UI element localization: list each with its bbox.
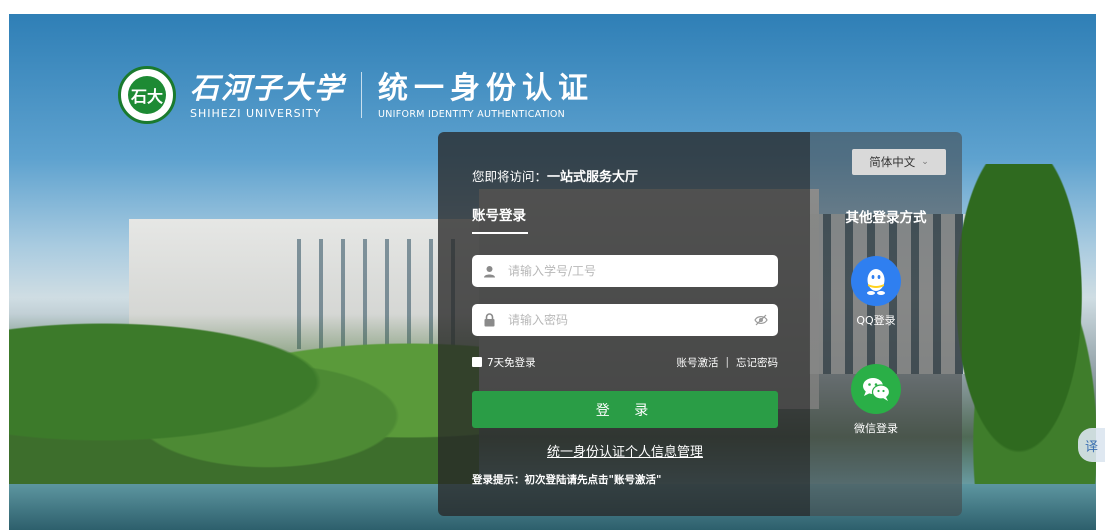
forgot-password-link[interactable]: 忘记密码 — [736, 355, 778, 370]
lock-icon — [482, 313, 496, 327]
system-name: 统一身份认证 UNIFORM IDENTITY AUTHENTICATION — [378, 71, 594, 120]
login-button[interactable]: 登 录 — [472, 391, 778, 428]
wechat-icon[interactable] — [851, 364, 901, 414]
wechat-login-option[interactable]: 微信登录 — [850, 364, 902, 436]
password-field[interactable] — [472, 304, 778, 336]
account-login-section: 您即将访问：一站式服务大厅 账号登录 7天免登录 账号激活 | — [438, 132, 810, 516]
system-name-en: UNIFORM IDENTITY AUTHENTICATION — [378, 108, 566, 120]
password-input[interactable] — [506, 312, 754, 328]
school-name-en: SHIHEZI UNIVERSITY — [190, 106, 322, 120]
hide-password-icon[interactable] — [754, 313, 768, 327]
account-links: 账号激活 | 忘记密码 — [676, 355, 778, 370]
brand-header: 石大 石河子大学 SHIHEZI UNIVERSITY 统一身份认证 UNIFO… — [118, 66, 594, 124]
visit-target: 一站式服务大厅 — [547, 170, 639, 185]
system-name-cn: 统一身份认证 — [378, 70, 595, 106]
link-separator: | — [725, 356, 729, 368]
school-name-cn: 石河子大学 — [190, 70, 346, 105]
username-input[interactable] — [506, 263, 768, 279]
username-field[interactable] — [472, 255, 778, 287]
tab-account-login[interactable]: 账号登录 — [472, 204, 526, 224]
qq-login-option[interactable]: QQ登录 — [850, 256, 902, 328]
login-panel: 您即将访问：一站式服务大厅 账号登录 7天免登录 账号激活 | — [438, 132, 962, 516]
trees-left — [9, 314, 479, 484]
personal-info-management-link[interactable]: 统一身份认证个人信息管理 — [472, 441, 778, 460]
school-name: 石河子大学 SHIHEZI UNIVERSITY — [190, 71, 345, 120]
language-value: 简体中文 — [869, 155, 916, 169]
brand-divider — [361, 72, 363, 118]
logo-seal-text: 石大 — [128, 76, 166, 114]
trees-right — [939, 164, 1096, 494]
visit-target-text: 您即将访问：一站式服务大厅 — [472, 166, 638, 185]
language-select[interactable]: 简体中文 ⌄ — [852, 149, 946, 175]
login-options-row: 7天免登录 账号激活 | 忘记密码 — [472, 354, 778, 370]
activate-account-link[interactable]: 账号激活 — [676, 355, 718, 370]
chevron-down-icon: ⌄ — [921, 157, 929, 167]
remember-checkbox[interactable] — [472, 357, 482, 367]
remember-label[interactable]: 7天免登录 — [487, 355, 536, 370]
user-icon — [482, 264, 496, 278]
other-login-title: 其他登录方式 — [845, 210, 927, 226]
qq-icon[interactable] — [851, 256, 901, 306]
translate-float-button[interactable]: 译 — [1078, 428, 1105, 462]
university-logo: 石大 — [118, 66, 176, 124]
wechat-login-label[interactable]: 微信登录 — [850, 420, 902, 436]
login-tip: 登录提示：初次登陆请先点击"账号激活" — [472, 474, 662, 486]
visit-prefix: 您即将访问： — [472, 169, 548, 184]
qq-login-label[interactable]: QQ登录 — [850, 312, 902, 328]
translate-label: 译 — [1084, 439, 1098, 455]
active-tab-indicator — [472, 232, 528, 234]
